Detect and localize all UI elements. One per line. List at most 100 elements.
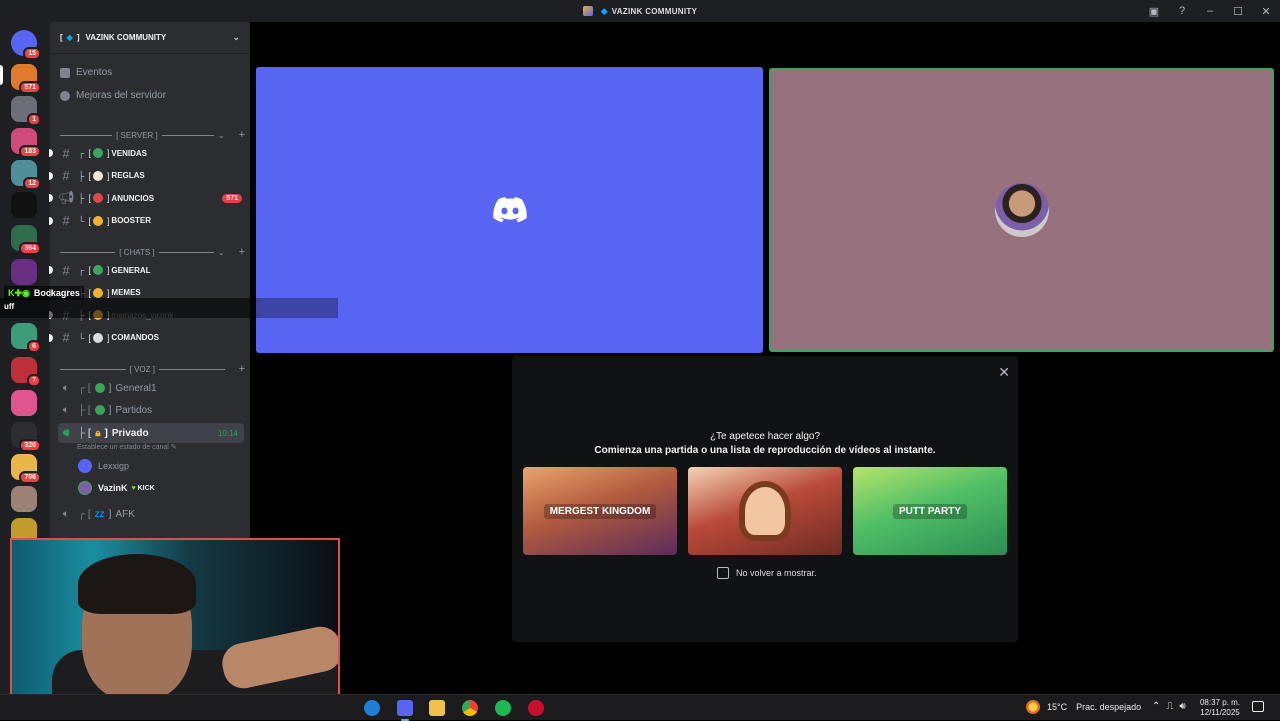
bracket: [ xyxy=(88,148,91,158)
category-voz[interactable]: [ VOZ ] + xyxy=(60,363,245,375)
bracket: ] xyxy=(106,287,110,298)
speaker-icon: 🔈︎ xyxy=(62,403,70,416)
webcam-overlay xyxy=(10,538,340,713)
activity-card-mergest-kingdom[interactable]: MERGEST KINGDOM xyxy=(523,467,677,555)
channel-status[interactable]: Establece un estado de canal ✎ xyxy=(77,443,177,451)
guild-11[interactable]: 320 xyxy=(11,422,41,452)
server-header[interactable]: [◆] VAZINK COMMUNITY ⌄ xyxy=(50,22,250,54)
bracket: [ xyxy=(88,332,91,343)
file-explorer-icon[interactable] xyxy=(429,700,445,716)
speaker-icon: 🔈︎ xyxy=(62,381,70,394)
boosts-item[interactable]: Mejoras del servidor xyxy=(60,90,166,101)
avatar xyxy=(994,183,1049,237)
category-chats[interactable]: [ CHATS ] ⌄ + xyxy=(60,246,245,258)
voice-channel-partidos[interactable]: 🔈︎ ├ [] Partidos xyxy=(58,400,244,420)
inbox-icon[interactable]: ▣ xyxy=(1140,5,1168,18)
voice-channel-afk[interactable]: 🔈︎ ┌ [zz] AFK xyxy=(58,504,244,524)
channel-emoji-icon xyxy=(92,287,103,298)
hash-icon: # xyxy=(62,145,70,161)
bracket: [ xyxy=(88,287,91,298)
unread-badge: 15 xyxy=(23,47,41,60)
add-channel-icon[interactable]: + xyxy=(239,246,245,258)
channel-general[interactable]: # ┌[] GENERAL xyxy=(49,260,242,280)
bracket: [ xyxy=(88,215,91,226)
channel-name: ANUNCIOS xyxy=(111,193,155,203)
obs-icon[interactable] xyxy=(528,700,544,716)
unread-badge: 12 xyxy=(23,177,41,190)
close-button[interactable]: ✕ xyxy=(1252,5,1280,18)
checkbox[interactable] xyxy=(717,567,729,579)
home-button[interactable]: 15 xyxy=(11,30,41,60)
activity-card-putt-party[interactable]: PUTT PARTY xyxy=(853,467,1007,555)
chevron-down-icon[interactable]: ⌄ xyxy=(232,32,240,43)
channel-comandos[interactable]: # └[] COMANDOS xyxy=(49,328,242,348)
minimize-button[interactable]: – xyxy=(1196,5,1224,17)
channel-venidas[interactable]: # ┌[] VENIDAS xyxy=(49,143,242,163)
guild-4[interactable]: 12 xyxy=(11,160,41,190)
category-server[interactable]: [ SERVER ] ⌄ + xyxy=(60,129,245,141)
bracket: ] xyxy=(106,170,110,181)
diamond-icon: ◆ xyxy=(66,33,73,42)
notification-icon[interactable] xyxy=(1252,701,1264,712)
voice-channel-general1[interactable]: 🔈︎ ┌ [] General1 xyxy=(58,378,244,398)
channel-booster[interactable]: # └[] BOOSTER xyxy=(49,211,242,231)
channel-emoji-icon xyxy=(92,265,103,275)
channel-reglas[interactable]: # ├[] REGLAS xyxy=(49,166,242,186)
guild-13[interactable] xyxy=(11,486,37,512)
guild-tiktok[interactable] xyxy=(11,192,37,218)
guild-7[interactable] xyxy=(11,259,37,285)
channel-emoji-icon xyxy=(92,215,103,226)
guild-squad[interactable]: 1 xyxy=(11,96,41,126)
channel-emoji-icon xyxy=(92,332,103,343)
mention-badge: 571 xyxy=(222,193,242,203)
tree-connector: ├ xyxy=(78,170,85,181)
activity-card-blackjack[interactable] xyxy=(688,467,842,555)
guild-1[interactable]: 571 xyxy=(11,64,41,94)
maximize-button[interactable]: ☐ xyxy=(1224,5,1252,18)
app-icon xyxy=(582,6,593,16)
dont-show-again-checkbox[interactable]: No volver a mostrar. xyxy=(717,567,817,579)
hash-icon: # xyxy=(62,330,70,345)
volume-icon[interactable]: 🔊︎ xyxy=(1179,701,1191,712)
chrome-icon[interactable] xyxy=(462,700,478,716)
events-item[interactable]: Eventos xyxy=(60,67,112,78)
discord-icon[interactable] xyxy=(397,700,413,721)
guild-8[interactable]: 6 xyxy=(11,323,41,353)
unread-badge: 571 xyxy=(19,81,41,94)
chevron-up-icon[interactable]: ⌃ xyxy=(1152,701,1166,712)
clock[interactable]: 08:37 p. m. 12/11/2025 xyxy=(1198,698,1242,718)
guild-10[interactable] xyxy=(11,390,37,416)
bracket: [ xyxy=(88,193,91,203)
server-name: VAZINK COMMUNITY xyxy=(85,33,167,42)
boost-icon xyxy=(60,90,70,101)
voice-user[interactable]: VazinK ♥ KICK xyxy=(78,481,155,495)
close-icon[interactable]: ✕ xyxy=(998,364,1010,381)
system-tray[interactable]: ⌃⎍🔊︎ xyxy=(1152,701,1192,712)
bracket: [ xyxy=(88,265,91,275)
guild-12[interactable]: 706 xyxy=(11,454,41,484)
voice-channel-privado[interactable]: 🔊︎ ├ [🔒︎] Privado 10:14 xyxy=(58,423,244,443)
add-channel-icon[interactable]: + xyxy=(239,363,245,375)
edge-icon[interactable] xyxy=(364,700,380,716)
add-channel-icon[interactable]: + xyxy=(239,129,245,141)
guild-6[interactable]: 364 xyxy=(11,225,41,255)
channel-emoji-icon xyxy=(92,170,103,181)
guild-3[interactable]: 183 xyxy=(11,128,41,158)
panel-question: ¿Te apetece hacer algo? xyxy=(709,431,821,442)
tree-connector: └ xyxy=(78,215,85,226)
channel-anuncios[interactable]: 📢︎ ├[] ANUNCIOS 571 xyxy=(49,188,242,208)
pencil-icon: ✎ xyxy=(170,444,177,451)
video-tile-vazink[interactable] xyxy=(769,68,1274,352)
kick-tag: ♥ KICK xyxy=(131,484,155,492)
guild-9[interactable]: 7 xyxy=(11,357,41,387)
weather-widget[interactable]: 15°C Prac. despejado xyxy=(1026,700,1141,714)
channel-name: MEMES xyxy=(111,288,141,297)
bracket: ] xyxy=(106,332,110,343)
voice-user[interactable]: Lexxigp xyxy=(78,459,129,473)
spotify-icon[interactable] xyxy=(495,700,511,716)
channel-emoji-icon xyxy=(92,193,103,203)
window-title: VAZINK COMMUNITY xyxy=(611,6,698,16)
calendar-icon xyxy=(60,67,70,78)
network-icon[interactable]: ⎍ xyxy=(1166,701,1179,712)
help-icon[interactable]: ? xyxy=(1168,5,1196,17)
